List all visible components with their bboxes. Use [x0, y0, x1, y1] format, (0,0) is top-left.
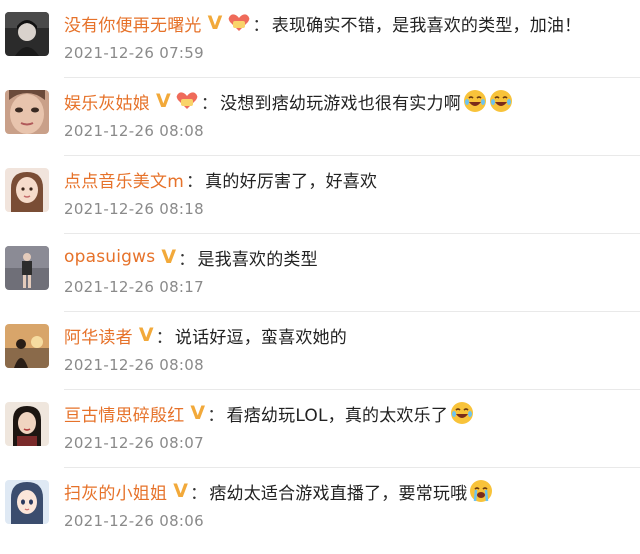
- verified-v-icon: V: [190, 402, 206, 424]
- comment-item: 娱乐灰姑娘 V ： 没想到痞幼玩游戏也很有实力啊 2021-12-26 08:0…: [0, 78, 640, 156]
- verified-v-icon: V: [207, 12, 223, 34]
- comment-item: opasuigws V ： 是我喜欢的类型 2021-12-26 08:17: [0, 234, 640, 312]
- laughing-tears-emoji-icon: [489, 89, 513, 113]
- comment-timestamp: 2021-12-26 08:17: [64, 278, 204, 296]
- avatar-dark-portrait-icon[interactable]: [5, 12, 49, 56]
- verified-v-icon: V: [161, 246, 177, 268]
- comment-text: 痞幼太适合游戏直播了，要常玩哦: [209, 483, 468, 504]
- comment-line: 娱乐灰姑娘 V ： 没想到痞幼玩游戏也很有实力啊: [64, 86, 632, 116]
- avatar-face-closeup-icon[interactable]: [5, 90, 49, 134]
- username-link[interactable]: 亘古情思碎殷红: [64, 401, 184, 426]
- comment-line: 没有你便再无曙光 V ： 表现确实不错，是我喜欢的类型，加油！: [64, 8, 632, 38]
- verified-v-icon: V: [173, 480, 189, 502]
- comment-item: 阿华读者 V ： 说话好逗，蛮喜欢她的 2021-12-26 08:08: [0, 312, 640, 390]
- fan-heart-badge-icon: [227, 13, 251, 33]
- comment-item: 扫灰的小姐姐 V ： 痞幼太适合游戏直播了，要常玩哦 2021-12-26 08…: [0, 468, 640, 554]
- colon-separator: ：: [178, 249, 196, 270]
- comment-timestamp: 2021-12-26 08:07: [64, 434, 204, 452]
- username-link[interactable]: 阿华读者: [64, 323, 133, 348]
- comment-timestamp: 2021-12-26 08:06: [64, 512, 204, 530]
- comment-text: 真的好厉害了，好喜欢: [205, 171, 378, 192]
- comment-line: 点点音乐美文m ： 真的好厉害了，好喜欢: [64, 164, 632, 194]
- fan-heart-badge-icon: [175, 91, 199, 111]
- comment-line: 阿华读者 V ： 说话好逗，蛮喜欢她的: [64, 320, 632, 350]
- avatar-anime-girl-icon[interactable]: [5, 480, 49, 524]
- comment-item: 亘古情思碎殷红 V ： 看痞幼玩LOL，真的太欢乐了 2021-12-26 08…: [0, 390, 640, 468]
- comment-line: opasuigws V ： 是我喜欢的类型: [64, 242, 632, 272]
- avatar-woman-portrait-icon[interactable]: [5, 402, 49, 446]
- avatar-full-body-photo-icon[interactable]: [5, 246, 49, 290]
- comment-timestamp: 2021-12-26 07:59: [64, 44, 204, 62]
- comment-text: 说话好逗，蛮喜欢她的: [174, 327, 347, 348]
- username-link[interactable]: 没有你便再无曙光: [64, 11, 202, 36]
- comment-text: 是我喜欢的类型: [197, 249, 318, 270]
- comment-item: 没有你便再无曙光 V ： 表现确实不错，是我喜欢的类型，加油！ 2021-12-…: [0, 0, 640, 78]
- avatar-cartoon-girl-icon[interactable]: [5, 168, 49, 212]
- comment-timestamp: 2021-12-26 08:08: [64, 356, 204, 374]
- username-link[interactable]: 娱乐灰姑娘: [64, 89, 150, 114]
- username-link[interactable]: 扫灰的小姐姐: [64, 479, 167, 504]
- username-link[interactable]: 点点音乐美文m: [64, 167, 184, 192]
- comment-line: 扫灰的小姐姐 V ： 痞幼太适合游戏直播了，要常玩哦: [64, 476, 632, 506]
- comment-text: 看痞幼玩LOL，真的太欢乐了: [226, 405, 449, 426]
- verified-v-icon: V: [138, 324, 154, 346]
- crying-emoji-icon: [469, 479, 493, 503]
- username-link[interactable]: opasuigws: [64, 247, 155, 267]
- comment-line: 亘古情思碎殷红 V ： 看痞幼玩LOL，真的太欢乐了: [64, 398, 632, 428]
- comment-timestamp: 2021-12-26 08:08: [64, 122, 204, 140]
- comment-text: 表现确实不错，是我喜欢的类型，加油！: [271, 15, 582, 36]
- colon-separator: ：: [252, 15, 270, 36]
- colon-separator: ：: [207, 405, 225, 426]
- comment-item: 点点音乐美文m ： 真的好厉害了，好喜欢 2021-12-26 08:18: [0, 156, 640, 234]
- comment-list: 没有你便再无曙光 V ： 表现确实不错，是我喜欢的类型，加油！ 2021-12-…: [0, 0, 640, 554]
- colon-separator: ：: [190, 483, 208, 504]
- colon-separator: ：: [200, 93, 219, 114]
- colon-separator: ：: [185, 171, 204, 192]
- colon-separator: ：: [155, 327, 173, 348]
- verified-v-icon: V: [156, 90, 171, 112]
- laughing-tears-emoji-icon: [463, 89, 487, 113]
- laughing-tears-emoji-icon: [450, 401, 474, 425]
- comment-text: 没想到痞幼玩游戏也很有实力啊: [220, 93, 461, 114]
- comment-timestamp: 2021-12-26 08:18: [64, 200, 204, 218]
- avatar-sunset-silhouette-icon[interactable]: [5, 324, 49, 368]
